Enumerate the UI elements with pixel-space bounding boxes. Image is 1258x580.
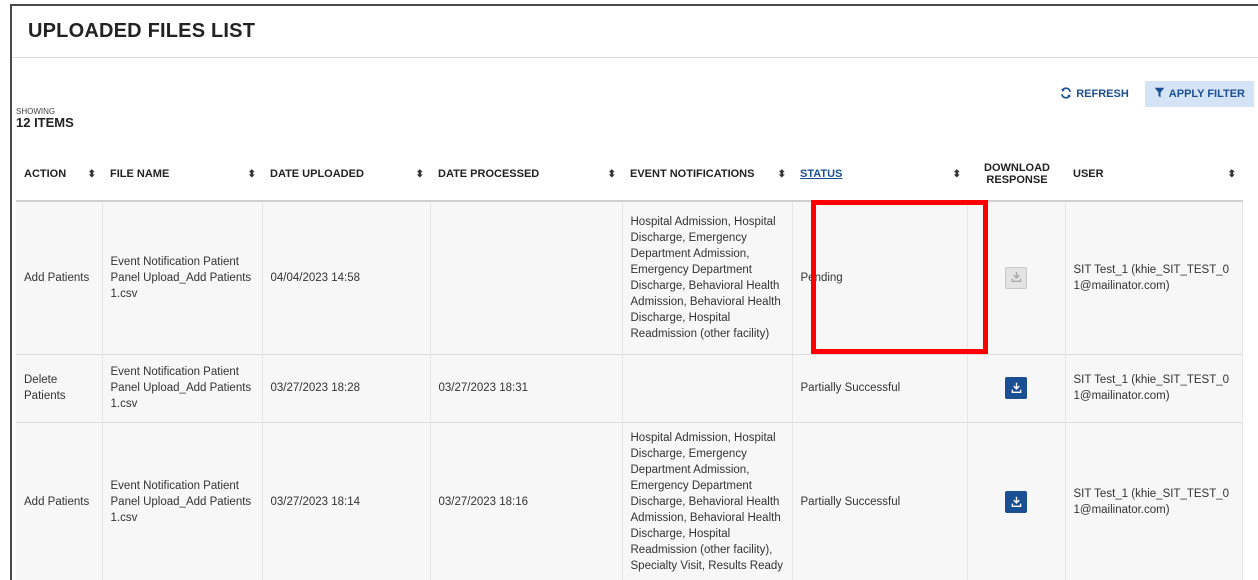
download-icon: [1011, 495, 1022, 510]
cell-action: Delete Patients: [16, 354, 103, 423]
column-header-download-response: DOWNLOAD RESPONSE: [967, 148, 1065, 202]
cell-date-uploaded: 03/27/2023 18:14: [262, 422, 431, 580]
column-header-date-processed[interactable]: DATE PROCESSED ⬍: [430, 148, 622, 202]
cell-date-processed: 03/27/2023 18:31: [430, 354, 623, 423]
download-response-button[interactable]: [1005, 491, 1027, 513]
uploaded-files-table: ACTION ⬍ FILE NAME ⬍ DATE UPLOADED ⬍ DATE P…: [16, 148, 1243, 580]
sort-icon: ⬍: [952, 168, 961, 180]
cell-status: Pending: [792, 201, 968, 355]
cell-status: Partially Successful: [792, 422, 968, 580]
filter-icon: [1154, 87, 1165, 101]
cell-event-notifications: Hospital Admission, Hospital Discharge, …: [622, 201, 793, 355]
refresh-label: REFRESH: [1076, 88, 1129, 100]
cell-file-name: Event Notification Patient Panel Upload_…: [102, 354, 263, 423]
cell-action: Add Patients: [16, 422, 103, 580]
sort-icon: ⬍: [87, 168, 96, 180]
sort-icon: ⬍: [777, 168, 786, 180]
page-title: UPLOADED FILES LIST: [28, 20, 256, 42]
panel-header: UPLOADED FILES LIST: [12, 6, 1258, 58]
column-header-status[interactable]: STATUS ⬍: [792, 148, 967, 202]
apply-filter-button[interactable]: APPLY FILTER: [1144, 81, 1254, 107]
refresh-icon: [1060, 86, 1072, 102]
cell-date-processed: 03/27/2023 18:16: [430, 422, 623, 580]
item-count-value: 12 ITEMS: [16, 115, 74, 130]
column-header-file-name[interactable]: FILE NAME ⬍: [102, 148, 262, 202]
column-header-action[interactable]: ACTION ⬍: [16, 148, 102, 202]
item-count: SHOWING 12 ITEMS: [16, 107, 74, 130]
sort-icon: ⬍: [415, 168, 424, 180]
cell-user: SIT Test_1 (khie_SIT_TEST_01@mailinator.…: [1065, 422, 1243, 580]
table-row: Delete Patients Event Notification Patie…: [16, 354, 1243, 423]
cell-status: Partially Successful: [792, 354, 968, 423]
column-header-user[interactable]: USER ⬍: [1065, 148, 1242, 202]
download-icon: [1011, 381, 1022, 396]
refresh-button[interactable]: REFRESH: [1054, 82, 1135, 107]
cell-download-response: [967, 422, 1066, 580]
cell-download-response: [967, 201, 1066, 355]
cell-download-response: [967, 354, 1066, 423]
download-response-button[interactable]: [1005, 377, 1027, 399]
cell-date-uploaded: 04/04/2023 14:58: [262, 201, 431, 355]
table-row: Add Patients Event Notification Patient …: [16, 201, 1243, 355]
column-header-date-uploaded[interactable]: DATE UPLOADED ⬍: [262, 148, 430, 202]
cell-event-notifications: [622, 354, 793, 423]
cell-user: SIT Test_1 (khie_SIT_TEST_01@mailinator.…: [1065, 201, 1243, 355]
column-header-event-notifications[interactable]: EVENT NOTIFICATIONS ⬍: [622, 148, 792, 202]
cell-event-notifications: Hospital Admission, Hospital Discharge, …: [622, 422, 793, 580]
apply-filter-label: APPLY FILTER: [1168, 88, 1245, 100]
cell-date-processed: [430, 201, 623, 355]
table-row: Add Patients Event Notification Patient …: [16, 422, 1243, 580]
sort-icon: ⬍: [607, 168, 616, 180]
cell-file-name: Event Notification Patient Panel Upload_…: [102, 201, 263, 355]
cell-action: Add Patients: [16, 201, 103, 355]
cell-user: SIT Test_1 (khie_SIT_TEST_01@mailinator.…: [1065, 354, 1243, 423]
download-response-button[interactable]: [1005, 266, 1027, 289]
cell-date-uploaded: 03/27/2023 18:28: [262, 354, 431, 423]
download-icon: [1011, 270, 1022, 285]
sort-icon: ⬍: [247, 168, 256, 180]
table-header-row: ACTION ⬍ FILE NAME ⬍ DATE UPLOADED ⬍ DATE P…: [16, 148, 1242, 202]
toolbar: REFRESH APPLY FILTER: [1054, 81, 1254, 107]
cell-file-name: Event Notification Patient Panel Upload_…: [102, 422, 263, 580]
sort-icon: ⬍: [1227, 168, 1236, 180]
